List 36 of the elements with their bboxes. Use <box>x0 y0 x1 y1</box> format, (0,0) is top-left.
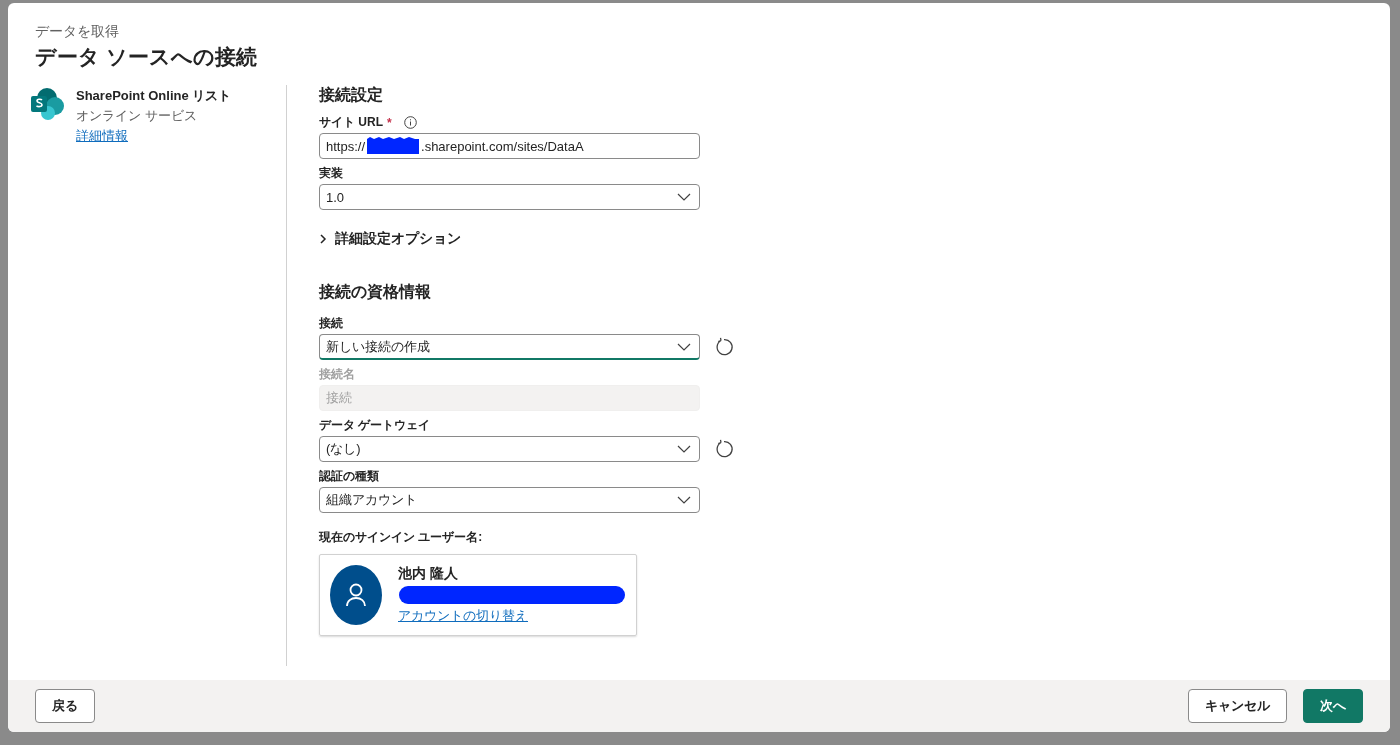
dropdown[interactable]: (なし) <box>319 436 700 462</box>
section-heading: 接続の資格情報 <box>319 282 432 302</box>
source-category: オンライン サービス <box>76 107 198 125</box>
learn-more-link[interactable]: 詳細情報 <box>76 127 232 145</box>
dropdown[interactable]: 新しい接続の作成 <box>319 334 700 360</box>
section-heading: 接続設定 <box>319 85 384 105</box>
field-label: サイト URL <box>319 114 383 131</box>
avatar <box>330 565 382 625</box>
dialog-title: データ ソースへの接続 <box>35 44 258 70</box>
info-icon[interactable] <box>403 116 417 129</box>
chevron-down-icon <box>677 342 691 351</box>
back-button[interactable]: 戻る <box>35 689 95 723</box>
field-label: 認証の種類 <box>319 468 380 485</box>
dropdown[interactable]: 1.0 <box>319 184 700 210</box>
field-label: 接続 <box>319 315 344 332</box>
field-label: データ ゲートウェイ <box>319 417 432 434</box>
field-label: 現在のサインイン ユーザー名: <box>319 529 484 546</box>
refresh-button[interactable] <box>714 439 734 459</box>
chevron-right-icon <box>319 234 327 244</box>
user-name: 池内 隆人 <box>398 565 459 583</box>
field-label: 接続名 <box>319 366 356 383</box>
chevron-down-icon <box>677 496 691 504</box>
cancel-button[interactable]: キャンセル <box>1188 689 1287 723</box>
url-field[interactable]: https:// .sharepoint.com/sites/DataA <box>319 133 700 159</box>
field-label: 実装 <box>319 165 344 182</box>
advanced-options-toggle[interactable]: 詳細設定オプション <box>319 230 734 248</box>
required-marker: * <box>387 115 392 130</box>
sharepoint-logo <box>30 87 66 121</box>
refresh-button[interactable] <box>714 337 734 357</box>
source-name: SharePoint Online リスト <box>76 87 232 105</box>
next-button[interactable]: 次へ <box>1303 689 1363 723</box>
dropdown[interactable]: 組織アカウント <box>319 487 700 513</box>
breadcrumb: データを取得 <box>35 23 120 41</box>
switch-account-link[interactable]: アカウントの切り替え <box>398 607 626 625</box>
chevron-down-icon <box>677 445 691 453</box>
chevron-down-icon <box>677 193 691 201</box>
